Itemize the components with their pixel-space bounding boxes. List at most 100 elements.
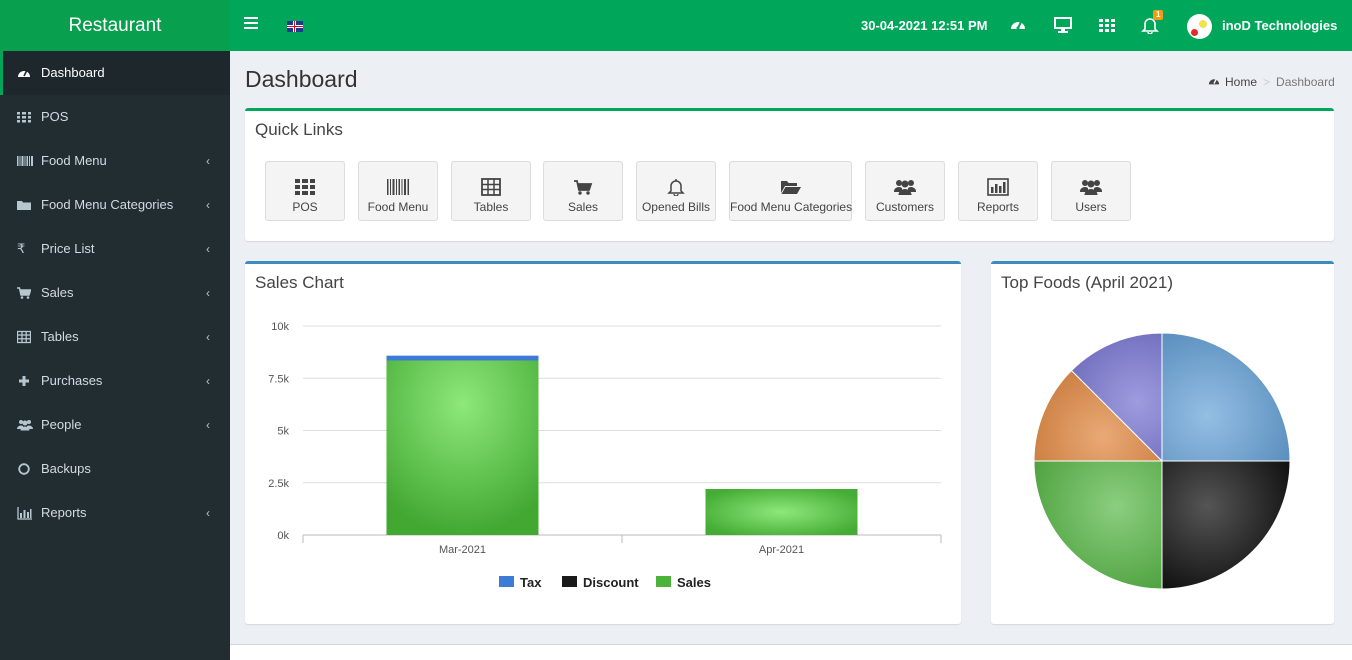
quick-link-tables[interactable]: Tables xyxy=(451,161,531,221)
users-icon xyxy=(17,420,33,431)
folder-open-icon xyxy=(780,181,801,194)
sidebar-item-label: Food Menu Categories xyxy=(41,197,174,212)
sidebar-item-label: Purchases xyxy=(41,373,103,388)
sidebar-item-label: POS xyxy=(41,109,69,124)
quick-link-label: Sales xyxy=(567,200,599,214)
sidebar-item-label: Price List xyxy=(41,241,95,256)
quick-link-sales[interactable]: Sales xyxy=(543,161,623,221)
sidebar-item-reports[interactable]: Reports ‹ xyxy=(0,491,230,535)
quick-link-label: Tables xyxy=(473,200,509,214)
grid-icon xyxy=(295,179,315,195)
y-tick-label: 0k xyxy=(277,530,289,542)
bar-chart-icon xyxy=(987,178,1009,196)
avatar[interactable] xyxy=(1187,14,1212,39)
legend-swatch-tax xyxy=(499,576,514,587)
quick-link-pos[interactable]: POS xyxy=(265,161,345,221)
quick-links-box: Quick Links POS Food Menu Tables Sales O… xyxy=(245,108,1334,241)
bar-sales[interactable] xyxy=(705,489,858,535)
cart-icon xyxy=(17,287,31,299)
quick-link-label: Food Menu Categories xyxy=(730,200,853,214)
users-icon xyxy=(894,180,916,195)
dashboard-icon xyxy=(1208,78,1220,85)
menu-toggle-icon[interactable] xyxy=(244,17,258,31)
sidebar-item-price-list[interactable]: ₹ Price List ‹ xyxy=(0,227,230,271)
breadcrumb-home[interactable]: Home xyxy=(1225,75,1257,89)
grid-icon[interactable] xyxy=(1098,16,1116,34)
sidebar-item-pos[interactable]: POS xyxy=(0,95,230,139)
sidebar-item-purchases[interactable]: Purchases ‹ xyxy=(0,359,230,403)
quick-link-food-menu[interactable]: Food Menu xyxy=(358,161,438,221)
quick-link-reports[interactable]: Reports xyxy=(958,161,1038,221)
quick-link-users[interactable]: Users xyxy=(1051,161,1131,221)
sidebar-item-label: People xyxy=(41,417,82,432)
app-brand[interactable]: Restaurant xyxy=(0,0,230,51)
sidebar-item-label: Food Menu xyxy=(41,153,107,168)
sidebar-item-label: Dashboard xyxy=(41,65,105,80)
chevron-left-icon: ‹ xyxy=(206,198,210,212)
plus-icon xyxy=(19,376,29,386)
sidebar-item-food-menu-categories[interactable]: Food Menu Categories ‹ xyxy=(0,183,230,227)
breadcrumb: Home > Dashboard xyxy=(1208,75,1335,89)
bar-tax[interactable] xyxy=(386,355,539,361)
y-tick-label: 2.5k xyxy=(268,478,289,490)
page-title: Dashboard xyxy=(245,66,358,92)
circle-icon xyxy=(18,463,30,475)
sidebar-item-people[interactable]: People ‹ xyxy=(0,403,230,447)
barcode-icon xyxy=(387,179,409,195)
cart-icon xyxy=(574,180,593,195)
legend-label-tax[interactable]: Tax xyxy=(520,575,541,590)
quick-link-customers[interactable]: Customers xyxy=(865,161,945,221)
y-tick-label: 10k xyxy=(271,321,289,333)
legend-swatch-discount xyxy=(562,576,577,587)
legend-label-sales[interactable]: Sales xyxy=(677,575,711,590)
chevron-left-icon: ‹ xyxy=(206,330,210,344)
folder-icon xyxy=(17,201,31,210)
quick-link-opened-bills[interactable]: Opened Bills xyxy=(636,161,716,221)
sidebar-item-backups[interactable]: Backups xyxy=(0,447,230,491)
pie-slice[interactable] xyxy=(1033,460,1163,590)
y-tick-label: 7.5k xyxy=(268,373,289,385)
pie-slice[interactable] xyxy=(1161,460,1291,590)
sidebar-item-dashboard[interactable]: Dashboard xyxy=(0,51,230,95)
sidebar-item-label: Reports xyxy=(41,505,87,520)
quick-link-label: POS xyxy=(292,200,318,214)
bar-sales[interactable] xyxy=(386,360,539,535)
x-tick-label: Mar-2021 xyxy=(439,544,486,556)
quick-link-food-menu-categories[interactable]: Food Menu Categories xyxy=(729,161,852,221)
bar-chart-icon xyxy=(17,507,32,520)
uk-flag-icon[interactable] xyxy=(287,21,303,32)
sidebar-item-label: Tables xyxy=(41,329,79,344)
top-navbar: 30-04-2021 12:51 PM 1 inoD Technologies xyxy=(230,0,1352,51)
pie-slice[interactable] xyxy=(1161,332,1291,462)
sidebar-item-tables[interactable]: Tables ‹ xyxy=(0,315,230,359)
rupee-icon: ₹ xyxy=(17,241,26,256)
breadcrumb-current: Dashboard xyxy=(1276,75,1335,89)
chevron-left-icon: ‹ xyxy=(206,506,210,520)
sidebar-item-food-menu[interactable]: Food Menu ‹ xyxy=(0,139,230,183)
sales-chart-box: Sales Chart 0k 2.5k 5k 7.5k 10k Mar-2021 Apr-2… xyxy=(245,261,961,624)
notification-badge: 1 xyxy=(1153,10,1164,20)
x-tick-label: Apr-2021 xyxy=(759,544,804,556)
chevron-left-icon: ‹ xyxy=(206,286,210,300)
top-foods-pie-chart xyxy=(1033,332,1291,590)
dashboard-icon[interactable] xyxy=(1009,16,1027,34)
current-datetime: 30-04-2021 12:51 PM xyxy=(861,18,988,33)
chevron-left-icon: ‹ xyxy=(206,242,210,256)
quick-link-label: Reports xyxy=(976,200,1020,214)
quick-link-label: Users xyxy=(1075,200,1107,214)
sidebar-item-sales[interactable]: Sales ‹ xyxy=(0,271,230,315)
breadcrumb-separator: > xyxy=(1263,75,1271,89)
y-tick-label: 5k xyxy=(277,426,289,438)
sidebar: Dashboard POS Food Menu ‹ Food Menu Cate… xyxy=(0,51,230,660)
table-icon xyxy=(17,330,31,344)
quick-links-title: Quick Links xyxy=(255,120,343,139)
legend-label-discount[interactable]: Discount xyxy=(583,575,639,590)
grid-icon xyxy=(17,112,31,123)
monitor-icon[interactable] xyxy=(1054,16,1072,34)
legend-swatch-sales xyxy=(656,576,671,587)
quick-link-label: Customers xyxy=(875,200,934,214)
table-icon xyxy=(481,178,501,196)
sidebar-item-label: Sales xyxy=(41,285,74,300)
user-name[interactable]: inoD Technologies xyxy=(1222,18,1337,33)
barcode-icon xyxy=(17,156,33,166)
